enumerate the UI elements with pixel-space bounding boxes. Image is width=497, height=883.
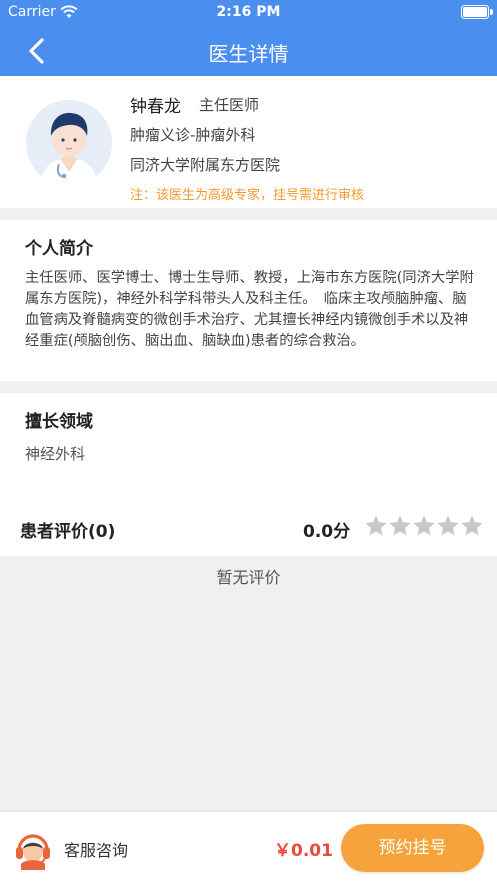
intro-text: 主任医师、医学博士、博士生导师、教授，上海市东方医院(同济大学附属东方医院)，神… [25, 270, 474, 349]
consultation-price: ￥0.01 [274, 841, 333, 861]
expert-review-note: 注：该医生为高级专家，挂号需进行审核 [130, 188, 365, 203]
doctor-name: 钟春龙 [130, 97, 181, 117]
doctor-hospital: 同济大学附属东方医院 [130, 156, 281, 174]
page-title: 医生详情 [208, 42, 289, 66]
intro-section: 个人简介 主任医师、医学博士、博士生导师、教授，上海市东方医院(同济大学附属东方… [0, 220, 497, 381]
bottom-action-bar: 客服咨询 ￥0.01 预约挂号 [0, 811, 497, 883]
star-rating [364, 514, 484, 540]
star-icon [437, 515, 459, 536]
intro-heading: 个人简介 [25, 239, 93, 259]
battery-icon [461, 5, 493, 19]
customer-service-label[interactable]: 客服咨询 [64, 837, 128, 861]
specialty-section: 擅长领域 神经外科 患者评价(0) 0.0分 [0, 393, 497, 556]
doctor-title: 主任医师 [199, 96, 260, 114]
book-appointment-button[interactable]: 预约挂号 [341, 824, 484, 872]
doctor-avatar-icon [26, 100, 112, 186]
star-icon [461, 515, 483, 536]
doctor-department: 肿瘤义诊-肿瘤外科 [130, 126, 256, 144]
reviews-heading: 患者评价(0) [20, 522, 116, 542]
clock: 2:16 PM [216, 4, 281, 20]
specialty-text: 神经外科 [25, 445, 86, 463]
customer-service-icon[interactable] [14, 830, 52, 870]
specialty-heading: 擅长领域 [25, 412, 93, 432]
empty-reviews-text: 暂无评价 [216, 568, 281, 587]
star-icon [413, 515, 435, 536]
doctor-avatar [26, 100, 112, 186]
rating-score: 0.0分 [303, 522, 351, 542]
status-bar: Carrier 2:16 PM [0, 0, 497, 26]
star-icon [365, 515, 387, 536]
navigation-header: Carrier 2:16 PM 医生详情 [0, 0, 497, 76]
doctor-profile-card: 钟春龙 主任医师 肿瘤义诊-肿瘤外科 同济大学附属东方医院 注：该医生为高级专家… [0, 76, 497, 208]
star-icon [389, 515, 411, 536]
